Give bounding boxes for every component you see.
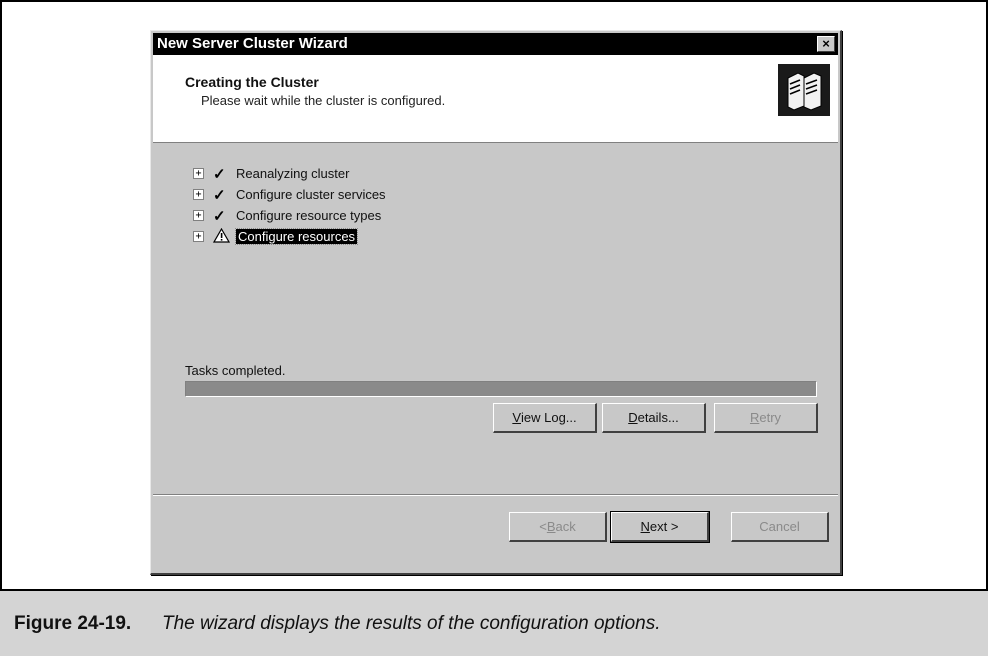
button-label: Cancel <box>759 519 800 534</box>
progress-bar <box>185 381 817 397</box>
task-item[interactable]: + ✓ Reanalyzing cluster <box>193 163 386 184</box>
task-label: Configure resources <box>234 228 359 245</box>
wizard-window: New Server Cluster Wizard × Creating the… <box>150 30 842 575</box>
server-cluster-icon <box>778 64 830 116</box>
task-item[interactable]: + ✓ Configure cluster services <box>193 184 386 205</box>
check-icon: ✓ <box>213 207 226 225</box>
button-label: iew Log... <box>521 410 577 425</box>
button-mnemonic: B <box>546 519 556 534</box>
task-tree: + ✓ Reanalyzing cluster + ✓ Configure cl… <box>193 163 386 247</box>
button-mnemonic: V <box>512 410 521 425</box>
details-button[interactable]: Details... <box>602 403 706 433</box>
button-mnemonic: R <box>749 410 760 425</box>
check-icon: ✓ <box>213 186 226 204</box>
expand-icon[interactable]: + <box>193 189 204 200</box>
expand-icon[interactable]: + <box>193 210 204 221</box>
close-icon: × <box>822 36 830 51</box>
page-title: Creating the Cluster <box>185 74 319 90</box>
close-button[interactable]: × <box>817 36 835 52</box>
wizard-header: Creating the Cluster Please wait while t… <box>153 55 838 143</box>
footer-divider <box>153 494 838 496</box>
warning-icon <box>212 227 231 246</box>
next-button[interactable]: Next > <box>610 511 710 543</box>
figure-number: Figure 24-19. <box>14 613 132 634</box>
task-label: Configure resource types <box>236 208 382 223</box>
back-button[interactable]: < Back <box>509 512 607 542</box>
task-item[interactable]: + Configure resources <box>193 226 386 247</box>
retry-button[interactable]: Retry <box>714 403 818 433</box>
check-icon: ✓ <box>213 165 226 183</box>
task-item[interactable]: + ✓ Configure resource types <box>193 205 386 226</box>
button-mnemonic: D <box>628 410 638 425</box>
progress-fill <box>186 382 816 396</box>
page-subtitle: Please wait while the cluster is configu… <box>201 93 446 108</box>
task-label: Reanalyzing cluster <box>236 166 350 181</box>
button-label: ack <box>555 519 576 534</box>
window-title: New Server Cluster Wizard <box>157 35 348 52</box>
button-label: etry <box>759 410 782 425</box>
expand-icon[interactable]: + <box>193 168 204 179</box>
button-label-prefix: < <box>539 519 547 534</box>
title-bar: New Server Cluster Wizard × <box>153 33 838 55</box>
task-label: Configure cluster services <box>236 187 386 202</box>
cancel-button[interactable]: Cancel <box>731 512 829 542</box>
figure-caption-text: The wizard displays the results of the c… <box>162 613 661 634</box>
figure-caption: Figure 24-19. The wizard displays the re… <box>0 589 988 656</box>
status-label: Tasks completed. <box>185 363 286 378</box>
expand-icon[interactable]: + <box>193 231 204 242</box>
view-log-button[interactable]: View Log... <box>493 403 597 433</box>
button-mnemonic: N <box>640 519 650 534</box>
button-label: ext > <box>649 519 679 534</box>
button-label: etails... <box>637 410 679 425</box>
